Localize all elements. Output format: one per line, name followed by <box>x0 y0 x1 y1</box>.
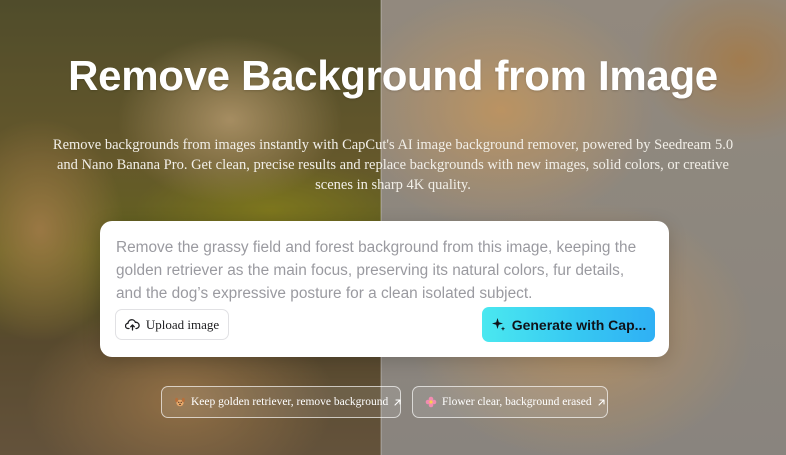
generate-button-label: Generate with Cap... <box>511 316 647 333</box>
dog-icon <box>174 396 186 408</box>
page-title: Remove Background from Image <box>68 52 718 99</box>
upload-image-label: Upload image <box>145 316 220 332</box>
cloud-upload-icon <box>124 318 140 331</box>
page: Remove Background from Image Remove back… <box>0 0 786 455</box>
suggestion-chip-label: Flower clear, background erased <box>442 396 592 408</box>
flower-icon <box>425 396 437 408</box>
prompt-card: Remove the grassy field and forest backg… <box>100 221 669 357</box>
page-description: Remove backgrounds from images instantly… <box>52 137 734 193</box>
upload-image-button[interactable]: Upload image <box>115 309 229 340</box>
suggestion-chip-label: Keep golden retriever, remove background <box>191 396 389 408</box>
prompt-input[interactable]: Remove the grassy field and forest backg… <box>116 236 651 305</box>
sparkle-icon <box>491 317 506 332</box>
generate-button[interactable]: Generate with Cap... <box>482 307 655 342</box>
suggestion-chip-flower[interactable]: Flower clear, background erased <box>412 386 608 418</box>
arrow-up-right-icon <box>393 398 402 407</box>
arrow-up-right-icon <box>597 398 606 407</box>
suggestion-chip-dog[interactable]: Keep golden retriever, remove background <box>161 386 401 418</box>
